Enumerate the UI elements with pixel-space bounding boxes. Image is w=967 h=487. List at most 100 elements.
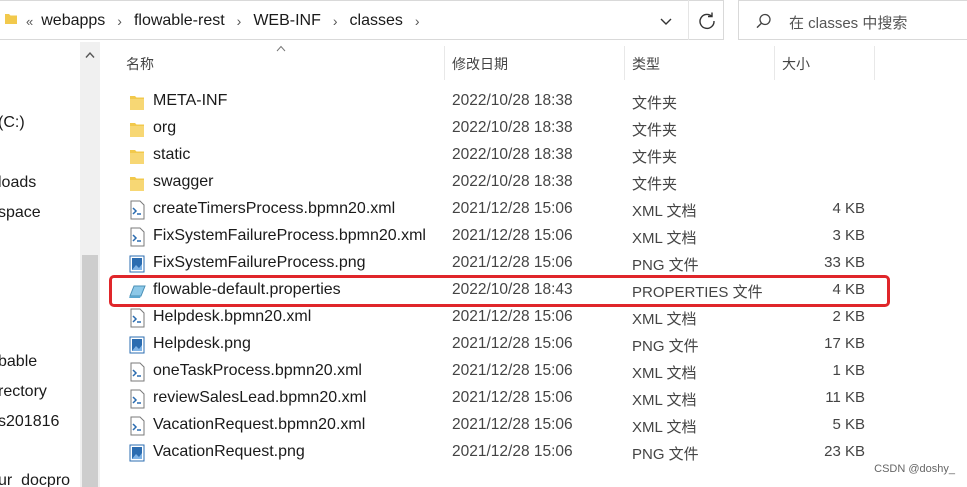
- file-date: 2021/12/28 15:06: [452, 389, 573, 406]
- column-divider[interactable]: [774, 46, 775, 80]
- file-size: 33 KB: [824, 254, 865, 271]
- file-size: 23 KB: [824, 443, 865, 460]
- column-header-date[interactable]: 修改日期: [452, 49, 508, 79]
- file-date: 2021/12/28 15:06: [452, 227, 573, 244]
- file-date: 2022/10/28 18:38: [452, 173, 573, 190]
- image-file-icon: [129, 444, 145, 462]
- search-input[interactable]: 在 classes 中搜索: [789, 12, 907, 33]
- file-size: 2 KB: [832, 308, 865, 325]
- file-type: XML 文档: [632, 392, 697, 409]
- file-name: static: [153, 146, 191, 163]
- file-size: 1 KB: [832, 362, 865, 379]
- file-name: Helpdesk.bpmn20.xml: [153, 308, 312, 325]
- file-row[interactable]: org 2022/10/28 18:38 文件夹: [110, 115, 890, 142]
- file-name: META-INF: [153, 92, 228, 109]
- file-size: 5 KB: [832, 416, 865, 433]
- breadcrumb-item-classes[interactable]: classes: [350, 12, 403, 30]
- file-name: Helpdesk.png: [153, 335, 251, 352]
- column-header-name[interactable]: 名称: [126, 49, 154, 79]
- folder-icon: [130, 96, 144, 110]
- image-file-icon: [129, 255, 145, 273]
- column-divider[interactable]: [444, 46, 445, 80]
- image-file-icon: [129, 336, 145, 354]
- chevron-right-icon[interactable]: ›: [237, 13, 242, 29]
- address-bar[interactable]: « webapps › flowable-rest › WEB-INF › cl…: [0, 0, 724, 40]
- file-name: FixSystemFailureProcess.png: [153, 254, 366, 271]
- column-header-size[interactable]: 大小: [782, 49, 810, 79]
- file-row[interactable]: Helpdesk.png 2021/12/28 15:06 PNG 文件 17 …: [110, 331, 890, 358]
- folder-icon: [130, 177, 144, 191]
- file-row[interactable]: oneTaskProcess.bpmn20.xml 2021/12/28 15:…: [110, 358, 890, 385]
- refresh-icon[interactable]: [696, 10, 718, 32]
- chevron-right-icon[interactable]: ›: [117, 13, 122, 29]
- nav-item-downloads[interactable]: loads: [0, 174, 36, 192]
- file-date: 2021/12/28 15:06: [452, 308, 573, 325]
- watermark: CSDN @doshy_: [874, 463, 955, 475]
- xml-file-icon: [130, 200, 145, 220]
- file-name: createTimersProcess.bpmn20.xml: [153, 200, 396, 217]
- file-type: XML 文档: [632, 419, 697, 436]
- scroll-up-icon[interactable]: [85, 51, 95, 59]
- column-divider[interactable]: [874, 46, 875, 80]
- file-name: FixSystemFailureProcess.bpmn20.xml: [153, 227, 426, 244]
- nav-item-docpro[interactable]: ur_docpro: [0, 472, 70, 487]
- file-type: PNG 文件: [632, 338, 699, 355]
- file-date: 2022/10/28 18:38: [452, 146, 573, 163]
- file-row[interactable]: FixSystemFailureProcess.bpmn20.xml 2021/…: [110, 223, 890, 250]
- file-date: 2021/12/28 15:06: [452, 416, 573, 433]
- file-size: 3 KB: [832, 227, 865, 244]
- file-type: 文件夹: [632, 122, 678, 139]
- breadcrumb-item-webapps[interactable]: webapps: [41, 12, 105, 30]
- file-date: 2022/10/28 18:38: [452, 119, 573, 136]
- column-header-type[interactable]: 类型: [632, 49, 660, 79]
- folder-icon: [130, 123, 144, 137]
- file-row[interactable]: VacationRequest.png 2021/12/28 15:06 PNG…: [110, 439, 890, 466]
- file-type: 文件夹: [632, 176, 678, 193]
- breadcrumb-item-flowable-rest[interactable]: flowable-rest: [134, 12, 225, 30]
- chevron-right-icon[interactable]: ›: [415, 13, 420, 29]
- divider: [688, 0, 689, 40]
- file-row[interactable]: createTimersProcess.bpmn20.xml 2021/12/2…: [110, 196, 890, 223]
- chevron-right-icon[interactable]: ›: [333, 13, 338, 29]
- highlight-annotation-box: [109, 275, 890, 307]
- file-date: 2021/12/28 15:06: [452, 254, 573, 271]
- file-date: 2021/12/28 15:06: [452, 362, 573, 379]
- file-row[interactable]: static 2022/10/28 18:38 文件夹: [110, 142, 890, 169]
- file-name: reviewSalesLead.bpmn20.xml: [153, 389, 367, 406]
- chevron-down-icon[interactable]: [656, 11, 676, 31]
- file-row[interactable]: VacationRequest.bpmn20.xml 2021/12/28 15…: [110, 412, 890, 439]
- file-size: 17 KB: [824, 335, 865, 352]
- file-name: oneTaskProcess.bpmn20.xml: [153, 362, 362, 379]
- file-row[interactable]: Helpdesk.bpmn20.xml 2021/12/28 15:06 XML…: [110, 304, 890, 331]
- file-name: swagger: [153, 173, 214, 190]
- nav-item-workspace[interactable]: space: [0, 204, 41, 222]
- file-type: XML 文档: [632, 365, 697, 382]
- nav-item-drive-c[interactable]: (C:): [0, 114, 25, 132]
- file-size: 4 KB: [832, 200, 865, 217]
- file-type: 文件夹: [632, 149, 678, 166]
- file-type: PNG 文件: [632, 446, 699, 463]
- nav-item-flowable[interactable]: bable: [0, 353, 37, 371]
- file-name: VacationRequest.png: [153, 443, 305, 460]
- column-divider[interactable]: [624, 46, 625, 80]
- nav-scrollbar-thumb[interactable]: [82, 255, 98, 487]
- file-name: org: [153, 119, 177, 136]
- file-row[interactable]: swagger 2022/10/28 18:38 文件夹: [110, 169, 890, 196]
- nav-item-directory[interactable]: rectory: [0, 383, 47, 401]
- file-size: 11 KB: [825, 389, 865, 406]
- file-row[interactable]: META-INF 2022/10/28 18:38 文件夹: [110, 88, 890, 115]
- file-type: PNG 文件: [632, 257, 699, 274]
- xml-file-icon: [130, 362, 145, 382]
- file-row[interactable]: FixSystemFailureProcess.png 2021/12/28 1…: [110, 250, 890, 277]
- folder-icon: [5, 14, 17, 24]
- sort-ascending-icon: [276, 45, 286, 52]
- breadcrumb-overflow-button[interactable]: «: [26, 14, 33, 29]
- nav-item-s201816[interactable]: s201816: [0, 413, 59, 431]
- file-row[interactable]: reviewSalesLead.bpmn20.xml 2021/12/28 15…: [110, 385, 890, 412]
- search-icon: [756, 13, 771, 29]
- file-type: 文件夹: [632, 95, 678, 112]
- breadcrumb-item-web-inf[interactable]: WEB-INF: [253, 12, 321, 30]
- folder-icon: [130, 150, 144, 164]
- file-date: 2022/10/28 18:38: [452, 92, 573, 109]
- search-box[interactable]: 在 classes 中搜索: [738, 0, 967, 40]
